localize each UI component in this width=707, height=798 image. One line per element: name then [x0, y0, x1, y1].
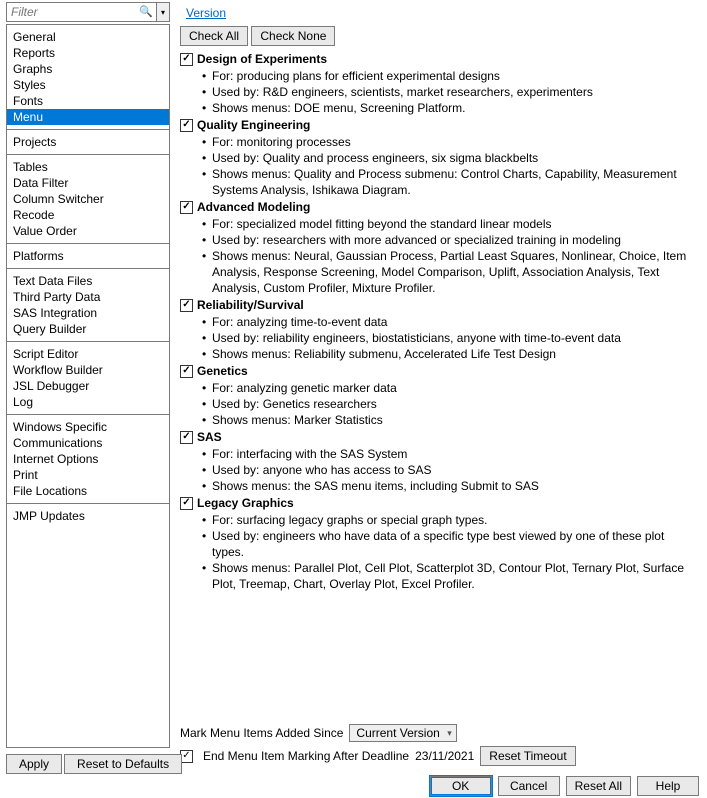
bullet-item: Used by: researchers with more advanced … [202, 232, 699, 248]
filter-input[interactable] [6, 2, 157, 22]
sidebar-item-value-order[interactable]: Value Order [7, 223, 169, 239]
bullet-item: Shows menus: Quality and Process submenu… [202, 166, 699, 198]
reset-all-button[interactable]: Reset All [566, 776, 631, 796]
sidebar-item-recode[interactable]: Recode [7, 207, 169, 223]
section-checkbox-sas[interactable] [180, 431, 193, 444]
sidebar-separator [7, 268, 169, 269]
section-title-quality-engineering: Quality Engineering [197, 118, 310, 132]
section-checkbox-reliability-survival[interactable] [180, 299, 193, 312]
sidebar-item-tables[interactable]: Tables [7, 159, 169, 175]
sidebar-item-platforms[interactable]: Platforms [7, 248, 169, 264]
section-checkbox-advanced-modeling[interactable] [180, 201, 193, 214]
bullet-item: For: analyzing genetic marker data [202, 380, 699, 396]
sidebar-item-column-switcher[interactable]: Column Switcher [7, 191, 169, 207]
sidebar-item-windows-specific[interactable]: Windows Specific [7, 419, 169, 435]
cancel-button[interactable]: Cancel [498, 776, 560, 796]
sidebar-separator [7, 341, 169, 342]
section-bullets-reliability-survival: For: analyzing time-to-event dataUsed by… [202, 314, 699, 362]
section-bullets-sas: For: interfacing with the SAS SystemUsed… [202, 446, 699, 494]
section-title-genetics: Genetics [197, 364, 248, 378]
reset-to-defaults-button[interactable]: Reset to Defaults [64, 754, 182, 774]
sidebar-item-third-party-data[interactable]: Third Party Data [7, 289, 169, 305]
sidebar-item-print[interactable]: Print [7, 467, 169, 483]
sidebar-item-internet-options[interactable]: Internet Options [7, 451, 169, 467]
bullet-item: Used by: anyone who has access to SAS [202, 462, 699, 478]
bullet-item: Used by: Genetics researchers [202, 396, 699, 412]
bullet-item: For: producing plans for efficient exper… [202, 68, 699, 84]
section-checkbox-genetics[interactable] [180, 365, 193, 378]
filter-dropdown-button[interactable]: ▾ [156, 2, 170, 22]
menu-sections: Design of Experiments For: producing plan… [180, 50, 699, 714]
sidebar-item-data-filter[interactable]: Data Filter [7, 175, 169, 191]
bullet-item: Used by: R&D engineers, scientists, mark… [202, 84, 699, 100]
section-title-legacy-graphics: Legacy Graphics [197, 496, 294, 510]
bullet-item: Used by: Quality and process engineers, … [202, 150, 699, 166]
section-bullets-legacy-graphics: For: surfacing legacy graphs or special … [202, 512, 699, 592]
bullet-item: Shows menus: Parallel Plot, Cell Plot, S… [202, 560, 699, 592]
section-checkbox-quality-engineering[interactable] [180, 119, 193, 132]
section-title-advanced-modeling: Advanced Modeling [197, 200, 310, 214]
sidebar-separator [7, 129, 169, 130]
deadline-date: 23/11/2021 [415, 749, 474, 763]
section-title-design-of-experiments: Design of Experiments [197, 52, 327, 66]
section-title-reliability-survival: Reliability/Survival [197, 298, 304, 312]
section-bullets-quality-engineering: For: monitoring processesUsed by: Qualit… [202, 134, 699, 198]
sidebar-item-query-builder[interactable]: Query Builder [7, 321, 169, 337]
sidebar-item-reports[interactable]: Reports [7, 45, 169, 61]
sidebar-item-workflow-builder[interactable]: Workflow Builder [7, 362, 169, 378]
bullet-item: Shows menus: Reliability submenu, Accele… [202, 346, 699, 362]
section-bullets-design-of-experiments: For: producing plans for efficient exper… [202, 68, 699, 116]
section-bullets-genetics: For: analyzing genetic marker dataUsed b… [202, 380, 699, 428]
sidebar-separator [7, 414, 169, 415]
bullet-item: Used by: reliability engineers, biostati… [202, 330, 699, 346]
sidebar-separator [7, 154, 169, 155]
bullet-item: Used by: engineers who have data of a sp… [202, 528, 699, 560]
bullet-item: For: specialized model fitting beyond th… [202, 216, 699, 232]
mark-added-since-select[interactable]: Current Version [349, 724, 456, 742]
check-all-button[interactable]: Check All [180, 26, 248, 46]
sidebar-item-general[interactable]: General [7, 29, 169, 45]
sidebar-item-jsl-debugger[interactable]: JSL Debugger [7, 378, 169, 394]
section-bullets-advanced-modeling: For: specialized model fitting beyond th… [202, 216, 699, 296]
bullet-item: Shows menus: Marker Statistics [202, 412, 699, 428]
apply-button[interactable]: Apply [6, 754, 62, 774]
bullet-item: For: monitoring processes [202, 134, 699, 150]
ok-button[interactable]: OK [430, 776, 492, 796]
bullet-item: For: analyzing time-to-event data [202, 314, 699, 330]
sidebar-item-text-data-files[interactable]: Text Data Files [7, 273, 169, 289]
bullet-item: For: interfacing with the SAS System [202, 446, 699, 462]
sidebar-item-jmp-updates[interactable]: JMP Updates [7, 508, 169, 524]
sidebar-item-communications[interactable]: Communications [7, 435, 169, 451]
bullet-item: Shows menus: Neural, Gaussian Process, P… [202, 248, 699, 296]
sidebar-item-script-editor[interactable]: Script Editor [7, 346, 169, 362]
section-title-sas: SAS [197, 430, 222, 444]
bullet-item: For: surfacing legacy graphs or special … [202, 512, 699, 528]
help-button[interactable]: Help [637, 776, 699, 796]
bullet-item: Shows menus: the SAS menu items, includi… [202, 478, 699, 494]
section-checkbox-legacy-graphics[interactable] [180, 497, 193, 510]
mark-added-since-label: Mark Menu Items Added Since [180, 726, 343, 740]
sidebar-item-sas-integration[interactable]: SAS Integration [7, 305, 169, 321]
reset-timeout-button[interactable]: Reset Timeout [480, 746, 575, 766]
sidebar-separator [7, 243, 169, 244]
end-marking-label: End Menu Item Marking After Deadline [203, 749, 409, 763]
sidebar-separator [7, 503, 169, 504]
sidebar-item-file-locations[interactable]: File Locations [7, 483, 169, 499]
sidebar-item-styles[interactable]: Styles [7, 77, 169, 93]
sidebar-item-menu[interactable]: Menu [7, 109, 169, 125]
sidebar-item-fonts[interactable]: Fonts [7, 93, 169, 109]
sidebar-item-projects[interactable]: Projects [7, 134, 169, 150]
bullet-item: Shows menus: DOE menu, Screening Platfor… [202, 100, 699, 116]
section-checkbox-design-of-experiments[interactable] [180, 53, 193, 66]
sidebar-item-graphs[interactable]: Graphs [7, 61, 169, 77]
check-none-button[interactable]: Check None [251, 26, 335, 46]
version-link[interactable]: Version [186, 6, 226, 20]
sidebar-item-log[interactable]: Log [7, 394, 169, 410]
category-sidebar: GeneralReportsGraphsStylesFontsMenu Proje… [6, 24, 170, 748]
